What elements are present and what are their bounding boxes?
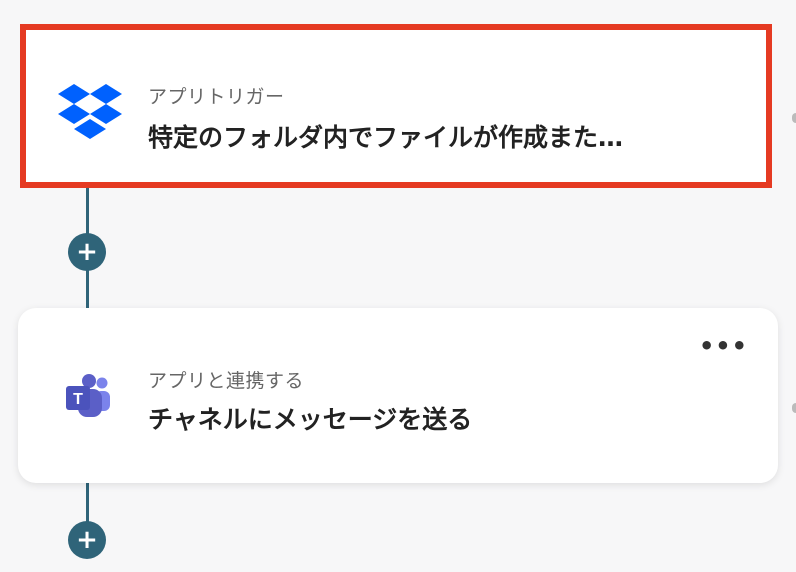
add-step-button[interactable]: + [68, 233, 106, 271]
svg-text:T: T [73, 391, 83, 408]
plus-icon: + [76, 525, 98, 555]
more-options-button[interactable]: ••• [699, 334, 748, 358]
step-type-label: アプリと連携する [148, 370, 305, 392]
action-step-card[interactable]: ••• T アプリと連携する チャネルにメッセージを送る [18, 308, 778, 483]
edge-handle[interactable] [792, 113, 796, 123]
add-step-button[interactable]: + [68, 521, 106, 559]
dropbox-icon [58, 84, 122, 146]
edge-handle[interactable] [792, 403, 796, 413]
trigger-step-card[interactable]: アプリトリガー 特定のフォルダ内でファイルが作成また… [20, 24, 772, 188]
step-type-label: アプリトリガー [148, 86, 285, 108]
step-title: 特定のフォルダ内でファイルが作成また… [148, 123, 624, 152]
microsoft-teams-icon: T [64, 374, 112, 422]
plus-icon: + [76, 237, 98, 267]
step-title: チャネルにメッセージを送る [148, 405, 473, 434]
